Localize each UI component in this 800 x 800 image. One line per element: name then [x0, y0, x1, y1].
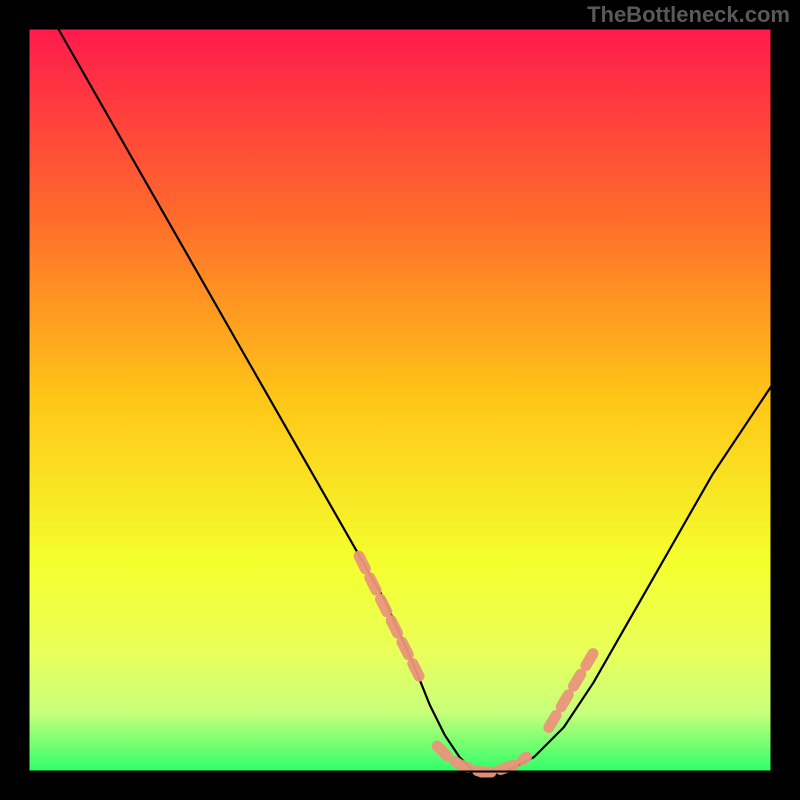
- watermark-text: TheBottleneck.com: [587, 2, 790, 28]
- gradient-background: [28, 28, 772, 772]
- bottleneck-chart: [0, 0, 800, 800]
- chart-container: TheBottleneck.com: [0, 0, 800, 800]
